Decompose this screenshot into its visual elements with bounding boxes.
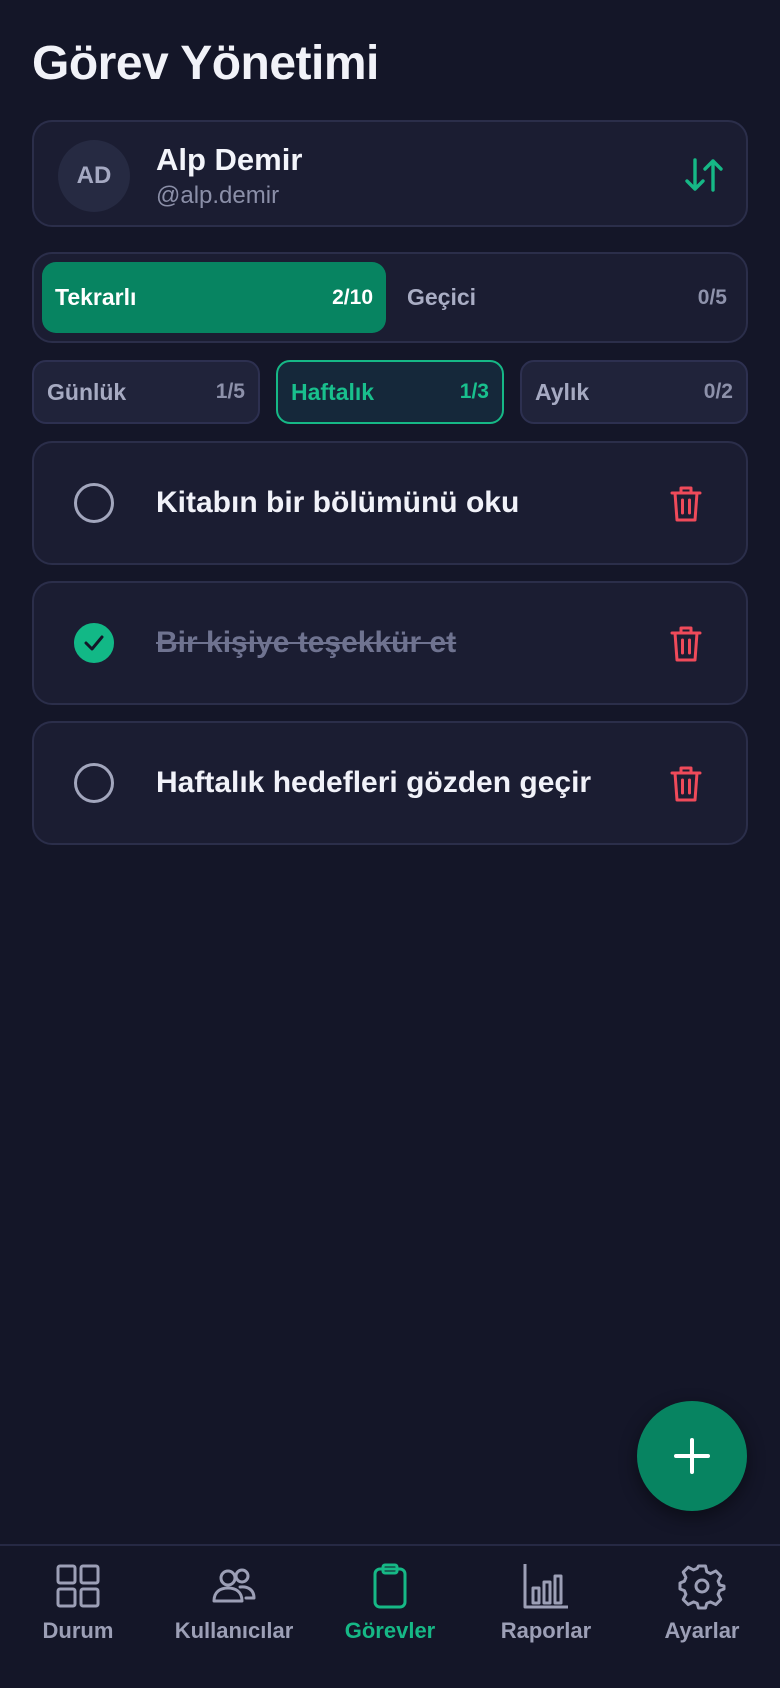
nav-item-reports[interactable]: Raporlar bbox=[468, 1562, 624, 1662]
task-checkbox[interactable] bbox=[74, 483, 114, 523]
nav-label: Raporlar bbox=[500, 1618, 592, 1643]
tab-label: Haftalık bbox=[291, 378, 375, 405]
check-icon bbox=[84, 635, 104, 651]
nav-label: Durum bbox=[42, 1618, 114, 1643]
tab-count: 2/10 bbox=[332, 285, 373, 309]
task-text: Bir kişiye teşekkür et bbox=[156, 626, 457, 659]
trash-icon[interactable] bbox=[670, 485, 702, 523]
tab-count: 1/3 bbox=[459, 380, 489, 403]
user-name: Alp Demir bbox=[156, 142, 303, 177]
nav-item-status[interactable]: Durum bbox=[0, 1562, 156, 1662]
task-text: Haftalık hedefleri gözden geçir bbox=[156, 766, 592, 799]
trash-icon[interactable] bbox=[670, 625, 702, 663]
user-card: AD Alp Demir @alp.demir bbox=[32, 120, 748, 227]
nav-item-settings[interactable]: Ayarlar bbox=[624, 1562, 780, 1662]
tab-label: Tekrarlı bbox=[55, 284, 137, 310]
task-text: Kitabın bir bölümünü oku bbox=[156, 486, 520, 519]
bar-chart-icon bbox=[523, 1564, 568, 1609]
tab-label: Geçici bbox=[407, 284, 477, 310]
grid-icon bbox=[56, 1564, 100, 1608]
trash-icon[interactable] bbox=[670, 765, 702, 803]
bottom-nav: Durum Kullanıcılar Görevler Raporlar Aya… bbox=[0, 1544, 780, 1688]
tab-label: Günlük bbox=[47, 378, 127, 405]
nav-label: Görevler bbox=[344, 1618, 436, 1643]
tab-daily[interactable]: Günlük 1/5 bbox=[32, 360, 260, 424]
tab-count: 0/2 bbox=[703, 380, 733, 403]
nav-label: Ayarlar bbox=[664, 1618, 740, 1643]
user-handle: @alp.demir bbox=[156, 182, 280, 209]
tab-temporary[interactable]: Geçici 0/5 bbox=[394, 262, 740, 333]
tab-label: Aylık bbox=[535, 378, 590, 405]
task-item: Kitabın bir bölümünü oku bbox=[32, 441, 748, 565]
task-item: Bir kişiye teşekkür et bbox=[32, 581, 748, 705]
plus-icon bbox=[674, 1438, 710, 1474]
nav-item-users[interactable]: Kullanıcılar bbox=[156, 1562, 312, 1662]
task-type-tabs: Tekrarlı 2/10 Geçici 0/5 bbox=[32, 252, 748, 343]
avatar: AD bbox=[58, 140, 130, 212]
task-checkbox-checked[interactable] bbox=[74, 623, 114, 663]
task-item: Haftalık hedefleri gözden geçir bbox=[32, 721, 748, 845]
tab-recurring[interactable]: Tekrarlı 2/10 bbox=[42, 262, 386, 333]
tab-count: 1/5 bbox=[215, 380, 245, 403]
nav-item-tasks[interactable]: Görevler bbox=[312, 1562, 468, 1662]
swap-vertical-icon[interactable] bbox=[684, 156, 724, 194]
nav-label: Kullanıcılar bbox=[174, 1618, 294, 1643]
task-checkbox[interactable] bbox=[74, 763, 114, 803]
users-icon bbox=[212, 1568, 256, 1603]
gear-icon bbox=[678, 1564, 726, 1610]
clipboard-icon bbox=[373, 1563, 407, 1609]
tab-count: 0/5 bbox=[697, 285, 727, 309]
page-title: Görev Yönetimi bbox=[32, 37, 379, 90]
add-task-button[interactable] bbox=[637, 1401, 747, 1511]
tab-monthly[interactable]: Aylık 0/2 bbox=[520, 360, 748, 424]
tab-weekly[interactable]: Haftalık 1/3 bbox=[276, 360, 504, 424]
